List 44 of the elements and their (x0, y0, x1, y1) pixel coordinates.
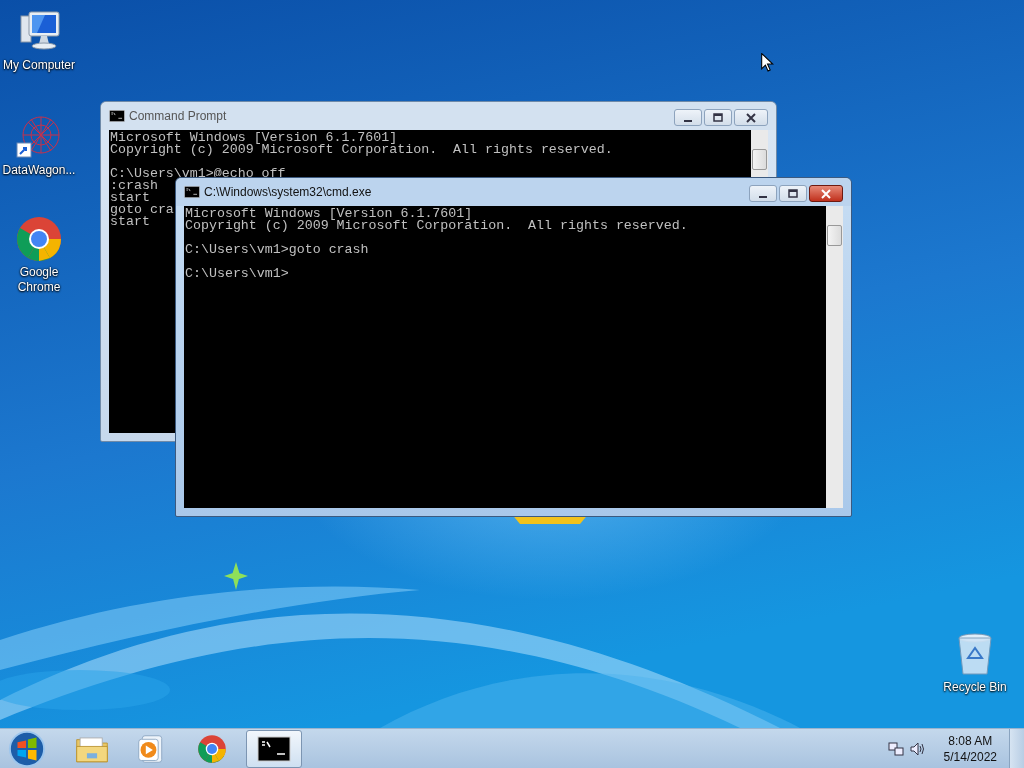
close-icon (821, 188, 831, 199)
maximize-button[interactable] (779, 185, 807, 202)
console-line: :crash (110, 180, 158, 192)
icon-label[interactable]: My Computer (0, 58, 79, 73)
console-line: Microsoft Windows [Version 6.1.7601] (110, 132, 398, 144)
volume-icon[interactable] (909, 740, 926, 757)
windows-logo-icon (8, 729, 46, 768)
chrome-icon (195, 733, 229, 764)
console-icon (109, 110, 125, 122)
console-icon (257, 733, 291, 764)
console-icon (184, 186, 200, 198)
console-line: Copyright (c) 2009 Microsoft Corporation. All rights reserved. (185, 220, 688, 232)
console-line: C:\Users\vm1> (185, 268, 289, 280)
window-title: C:\Windows\system32\cmd.exe (204, 185, 372, 199)
minimize-icon (759, 195, 767, 198)
window-title: Command Prompt (129, 109, 227, 123)
minimize-icon (684, 119, 692, 122)
console-line: goto cra (110, 204, 174, 216)
minimize-button[interactable] (749, 185, 777, 202)
start-button[interactable] (6, 729, 48, 768)
maximize-icon (788, 188, 798, 199)
console-line: start (110, 192, 150, 204)
title-bar[interactable]: C:\Windows\system32\cmd.exe (176, 178, 851, 206)
title-bar[interactable]: Command Prompt (101, 102, 776, 130)
close-icon (746, 112, 756, 123)
console-line: start (110, 216, 150, 228)
icon-label[interactable]: DataWagon... (0, 163, 79, 178)
clock-time[interactable]: 8:08 AM (948, 732, 993, 749)
cursor-icon (761, 53, 774, 72)
minimize-button[interactable] (674, 109, 702, 126)
network-graph-icon[interactable] (15, 113, 63, 161)
clock-date[interactable]: 5/14/2022 (943, 748, 997, 765)
console-line: Microsoft Windows [Version 6.1.7601] (185, 208, 473, 220)
chrome-icon[interactable] (15, 215, 63, 263)
close-button[interactable] (809, 185, 843, 202)
console-line: Copyright (c) 2009 Microsoft Corporation. All rights reserved. (110, 144, 613, 156)
maximize-icon (713, 112, 723, 123)
console-line: C:\Users\vm1>goto crash (185, 244, 369, 256)
close-button[interactable] (734, 109, 768, 126)
console-line: C:\Users\vm1>@echo off (110, 168, 286, 180)
maximize-button[interactable] (704, 109, 732, 126)
icon-label[interactable]: Google Chrome (0, 265, 79, 295)
taskbar-button[interactable] (246, 729, 302, 768)
network-icon[interactable] (887, 740, 904, 757)
